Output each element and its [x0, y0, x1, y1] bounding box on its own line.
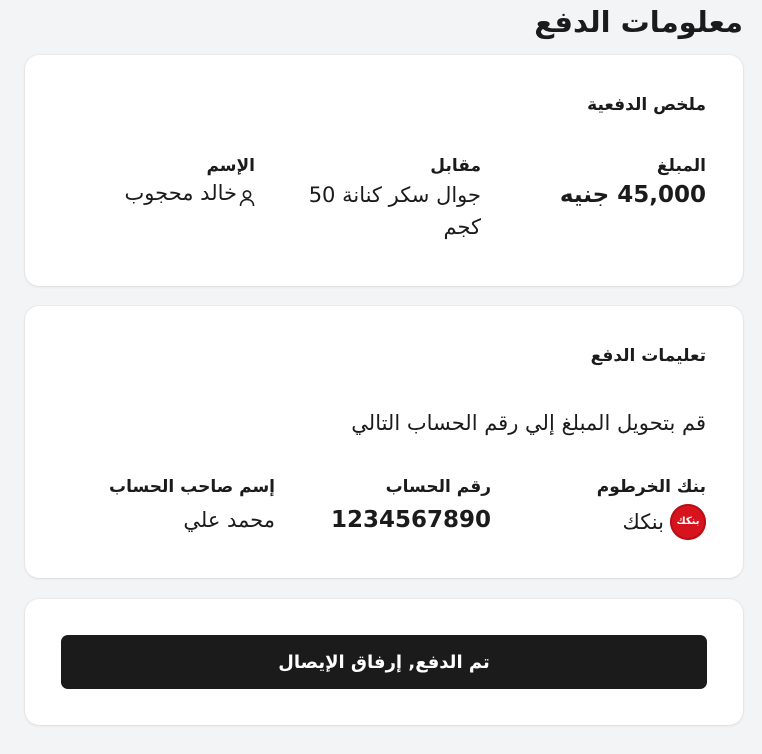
payment-summary-card: ملخص الدفعية المبلغ 45,000 جنيه مقابل جو…	[25, 55, 743, 286]
bank-logo: بنكك	[670, 504, 706, 540]
instruction-text: قم بتحويل المبلغ إلي رقم الحساب التالي	[351, 411, 706, 435]
bank-row: بنكك بنكك	[516, 504, 706, 540]
payment-instructions-title: تعليمات الدفع	[590, 346, 706, 366]
account-holder-field: إسم صاحب الحساب محمد علي	[55, 476, 275, 536]
account-number-label: رقم الحساب	[385, 477, 491, 497]
bank-label: بنك الخرطوم	[596, 477, 706, 497]
amount-field: المبلغ 45,000 جنيه	[516, 155, 706, 211]
action-card: تم الدفع, إرفاق الإيصال	[25, 599, 743, 725]
payment-instructions-card: تعليمات الدفع قم بتحويل المبلغ إلي رقم ا…	[25, 306, 743, 578]
account-holder-label: إسم صاحب الحساب	[109, 477, 275, 497]
payer-name-value: خالد محجوب	[124, 181, 237, 205]
bank-value: بنكك	[622, 510, 664, 534]
payer-name-label: الإسم	[206, 156, 255, 176]
payment-summary-title: ملخص الدفعية	[587, 95, 706, 115]
payment-for-field: مقابل جوال سكر كنانة 50 كجم	[276, 155, 481, 243]
page-title: معلومات الدفع	[534, 5, 743, 39]
payer-name-field: الإسم خالد محجوب	[55, 155, 255, 209]
user-icon	[239, 184, 255, 207]
amount-value: 45,000 جنيه	[559, 182, 706, 208]
account-number-value: 1234567890	[330, 507, 491, 533]
payment-for-label: مقابل	[430, 156, 481, 176]
confirm-payment-attach-receipt-button[interactable]: تم الدفع, إرفاق الإيصال	[61, 635, 707, 689]
amount-label: المبلغ	[656, 156, 706, 176]
account-holder-value: محمد علي	[183, 508, 275, 532]
bank-field: بنك الخرطوم بنكك بنكك	[516, 476, 706, 540]
payment-for-value: جوال سكر كنانة 50 كجم	[308, 183, 481, 239]
account-number-field: رقم الحساب 1234567890	[276, 476, 491, 536]
payer-name-row: خالد محجوب	[55, 177, 255, 209]
